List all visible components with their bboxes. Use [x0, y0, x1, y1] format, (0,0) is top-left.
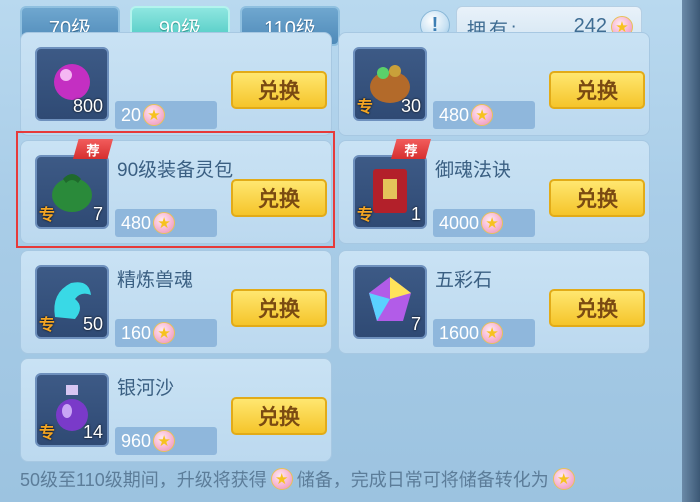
item-count: 30	[400, 96, 421, 116]
exchange-button[interactable]: 兑换	[231, 397, 327, 435]
price-box: 960	[115, 427, 217, 455]
item-name: 御魂法诀	[435, 160, 512, 181]
item-count: 50	[82, 314, 103, 334]
item-count: 14	[82, 422, 103, 442]
recommend-badge: 荐	[391, 139, 431, 159]
price-box: 20	[115, 101, 217, 129]
star-currency-icon	[143, 104, 166, 126]
rainbow-stone-icon	[369, 277, 411, 321]
exchange-button[interactable]: 兑换	[549, 179, 645, 217]
price-box: 480	[433, 101, 535, 129]
item-icon[interactable]: 专 50	[35, 265, 109, 339]
selection-highlight	[16, 131, 335, 248]
item-count: 7	[410, 314, 421, 334]
item-name: 精炼兽魂	[117, 270, 194, 291]
exchange-button[interactable]: 兑换	[549, 289, 645, 327]
item-name: 银河沙	[117, 378, 175, 399]
price-value: 1600	[439, 322, 480, 343]
price-value: 4000	[439, 212, 480, 233]
price-value: 960	[121, 430, 152, 451]
exchange-button[interactable]: 兑换	[231, 71, 327, 109]
bottom-note: 50级至110级期间，升级将获得 储备，完成日常可将储备转化为	[20, 464, 579, 494]
star-currency-icon	[270, 468, 293, 490]
star-currency-icon	[153, 430, 176, 452]
item-count: 1	[410, 204, 421, 224]
item-icon[interactable]: 专 1	[353, 155, 427, 229]
price-box: 4000	[433, 209, 535, 237]
bottom-note-part2: 储备，完成日常可将储备转化为	[296, 470, 549, 490]
star-currency-icon	[471, 104, 494, 126]
shop-item-card: 专 30 480 兑换	[338, 32, 650, 136]
exclusive-tag: 专	[357, 207, 374, 224]
star-currency-icon	[153, 322, 176, 344]
exclusive-tag: 专	[39, 425, 56, 442]
price-value: 480	[439, 104, 470, 125]
price-value: 160	[121, 322, 152, 343]
shop-item-card: 专 14 银河沙 960 兑换	[20, 358, 332, 462]
star-currency-icon	[552, 468, 575, 490]
star-currency-icon	[481, 212, 504, 234]
exclusive-tag: 专	[39, 317, 56, 334]
shop-item-card: 800 20 兑换	[20, 32, 332, 136]
item-icon[interactable]: 7	[353, 265, 427, 339]
right-edge-panel	[682, 0, 700, 502]
exchange-button[interactable]: 兑换	[549, 71, 645, 109]
star-currency-icon	[481, 322, 504, 344]
price-value: 20	[121, 104, 142, 125]
bottom-note-part1: 50级至110级期间，升级将获得	[20, 470, 267, 490]
item-count: 800	[72, 96, 103, 116]
exchange-button[interactable]: 兑换	[231, 289, 327, 327]
shop-item-card: 专 50 精炼兽魂 160 兑换	[20, 250, 332, 354]
item-icon[interactable]: 专 30	[353, 47, 427, 121]
price-box: 1600	[433, 319, 535, 347]
shop-item-card: 7 五彩石 1600 兑换	[338, 250, 650, 354]
shop-item-card: 专 1 荐 御魂法诀 4000 兑换	[338, 139, 650, 244]
item-icon[interactable]: 专 14	[35, 373, 109, 447]
price-box: 160	[115, 319, 217, 347]
item-name: 五彩石	[435, 270, 493, 291]
exclusive-tag: 专	[357, 99, 374, 116]
item-icon[interactable]: 800	[35, 47, 109, 121]
